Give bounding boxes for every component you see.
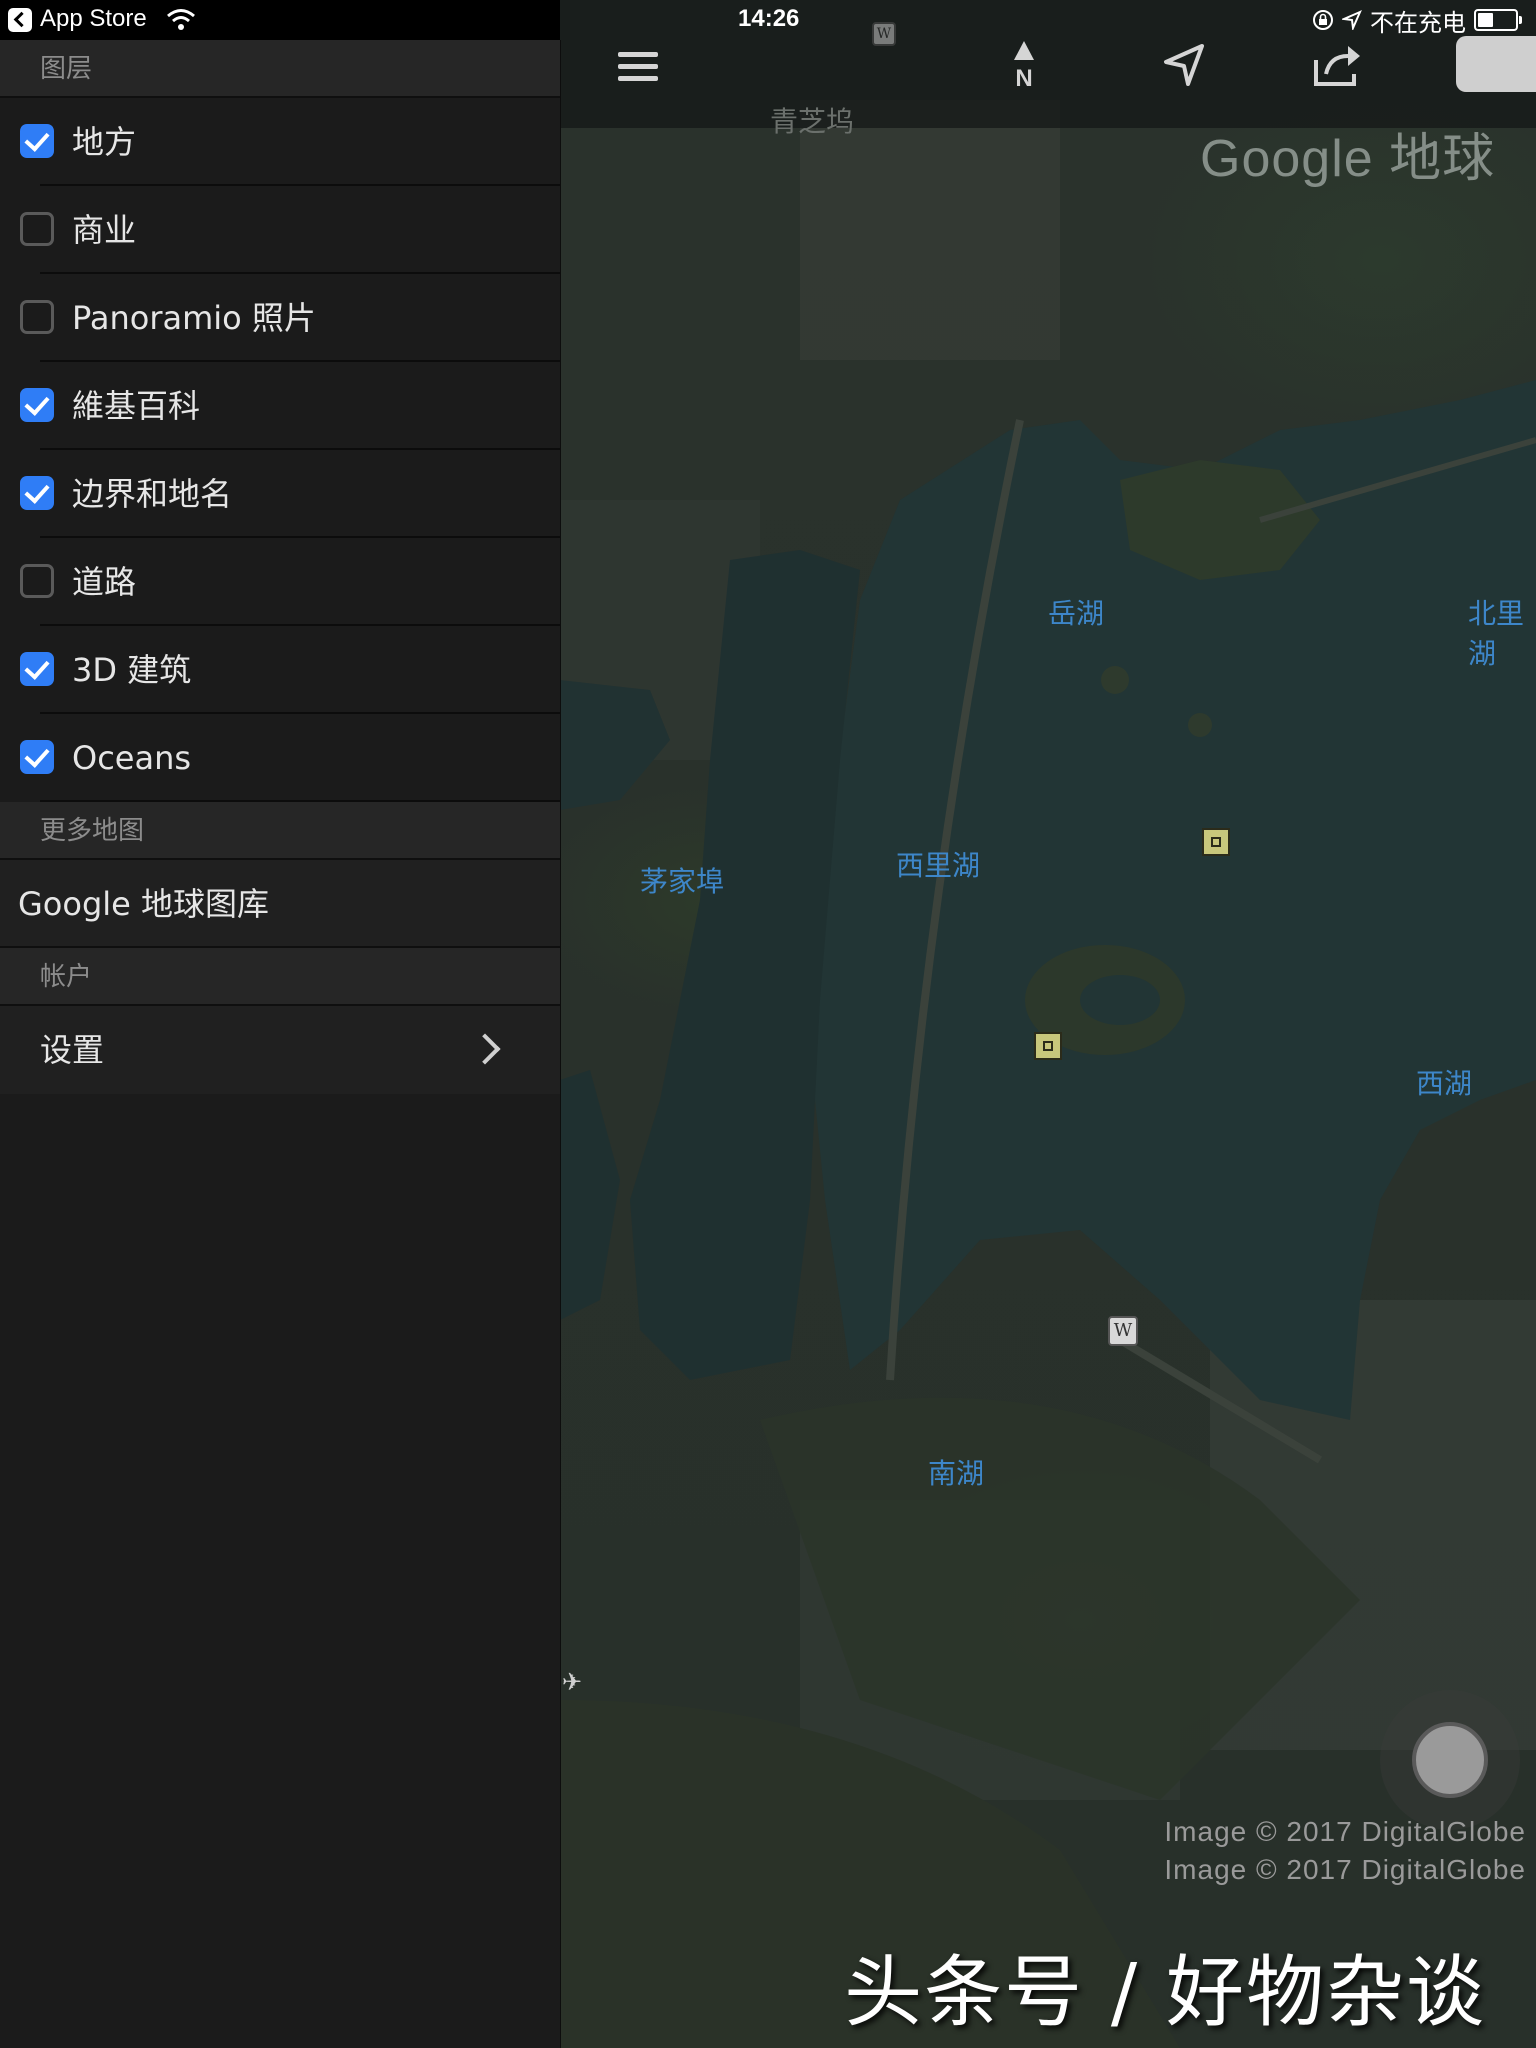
- satellite-map-view[interactable]: N Google 地球 青芝坞 岳湖 北里湖 茅家埠 西里湖 西湖 南湖 W W…: [560, 0, 1536, 2048]
- google-earth-logo: Google 地球: [1200, 130, 1496, 188]
- north-arrow-icon: [1014, 41, 1034, 60]
- compass-letter: N: [1015, 65, 1033, 92]
- checkbox-checked[interactable]: [20, 476, 54, 510]
- layer-item[interactable]: 地方: [0, 98, 560, 186]
- wikipedia-marker-icon[interactable]: W: [1108, 1316, 1138, 1346]
- checkbox-checked[interactable]: [20, 740, 54, 774]
- layer-item[interactable]: 維基百科: [0, 362, 560, 450]
- status-time: 14:26: [738, 5, 800, 32]
- battery-fill: [1478, 13, 1494, 27]
- layer-label: 地方: [72, 123, 137, 161]
- layer-item[interactable]: 边界和地名: [0, 450, 560, 538]
- place-label-xihu[interactable]: 西湖: [1416, 1062, 1472, 1102]
- my-location-icon[interactable]: [1158, 40, 1210, 92]
- checkbox-checked[interactable]: [20, 124, 54, 158]
- layer-label: Panoramio 照片: [72, 299, 316, 337]
- layers-sidebar: 图层 地方商业 Panoramio 照片 維基百科边界和地名道路 3D 建筑 Ocean…: [0, 40, 561, 2048]
- settings-row[interactable]: 设置: [0, 1006, 560, 1094]
- checkbox-checked[interactable]: [20, 388, 54, 422]
- layer-label: 道路: [72, 563, 137, 601]
- charging-status-text: 不在充电: [1370, 9, 1466, 37]
- battery-icon: [1474, 9, 1522, 31]
- checkbox-unchecked[interactable]: [20, 564, 54, 598]
- navigation-control-button[interactable]: [1412, 1722, 1488, 1798]
- imagery-attribution: Image © 2017 DigitalGlobe: [1164, 1854, 1526, 1885]
- place-label-yuehu[interactable]: 岳湖: [1048, 592, 1104, 632]
- placemark-icon[interactable]: [1202, 828, 1230, 856]
- place-label-beilihu[interactable]: 北里湖: [1468, 592, 1536, 672]
- settings-label: 设置: [40, 1031, 105, 1069]
- checkbox-unchecked[interactable]: [20, 300, 54, 334]
- layers-section-header: 图层: [0, 40, 560, 98]
- back-arrow-icon[interactable]: [8, 8, 32, 32]
- watermark-text: 头条号 / 好物杂谈: [844, 1948, 1486, 2038]
- imagery-attribution: Image © 2017 DigitalGlobe: [1164, 1816, 1526, 1847]
- hamburger-menu-icon[interactable]: [612, 40, 664, 92]
- place-label-nanhu[interactable]: 南湖: [928, 1452, 984, 1492]
- layer-label: 边界和地名: [72, 475, 233, 513]
- layer-item[interactable]: 道路: [0, 538, 560, 626]
- row-divider: [40, 800, 560, 802]
- layer-label: 商业: [72, 211, 137, 249]
- rotation-lock-icon: [1313, 10, 1333, 30]
- layer-item[interactable]: Panoramio 照片: [0, 274, 560, 362]
- layer-item[interactable]: Oceans: [0, 714, 560, 802]
- layer-item[interactable]: 商业: [0, 186, 560, 274]
- more-maps-section-header: 更多地图: [0, 802, 560, 860]
- compass-north-button[interactable]: N: [1002, 38, 1046, 96]
- place-label-maojiabu[interactable]: 茅家埠: [640, 860, 724, 900]
- wifi-icon: [167, 9, 195, 30]
- layer-label: Oceans: [72, 739, 192, 777]
- location-arrow-icon: [1342, 10, 1362, 30]
- layer-label: 維基百科: [72, 387, 201, 425]
- placemark-icon[interactable]: [1034, 1032, 1062, 1060]
- account-section-header: 帐户: [0, 948, 560, 1006]
- status-right: 不在充电: [1312, 5, 1536, 37]
- checkbox-unchecked[interactable]: [20, 212, 54, 246]
- layers-list: 地方商业 Panoramio 照片 維基百科边界和地名道路 3D 建筑 Oceans: [0, 98, 560, 802]
- status-bar: App Store 14:26 不在充电: [0, 0, 1536, 40]
- search-button[interactable]: [1456, 36, 1536, 92]
- layer-item[interactable]: 3D 建筑: [0, 626, 560, 714]
- airplane-icon: ✈: [562, 1668, 583, 1696]
- chevron-right-icon: [469, 1033, 501, 1065]
- back-to-app-label[interactable]: App Store: [40, 5, 147, 33]
- checkbox-checked[interactable]: [20, 652, 54, 686]
- place-label-qingzhi[interactable]: 青芝坞: [770, 100, 854, 140]
- share-icon[interactable]: [1310, 40, 1366, 92]
- layer-label: 3D 建筑: [72, 651, 192, 689]
- place-label-xilihu[interactable]: 西里湖: [896, 844, 980, 884]
- google-earth-gallery-link[interactable]: Google 地球图库: [0, 860, 560, 948]
